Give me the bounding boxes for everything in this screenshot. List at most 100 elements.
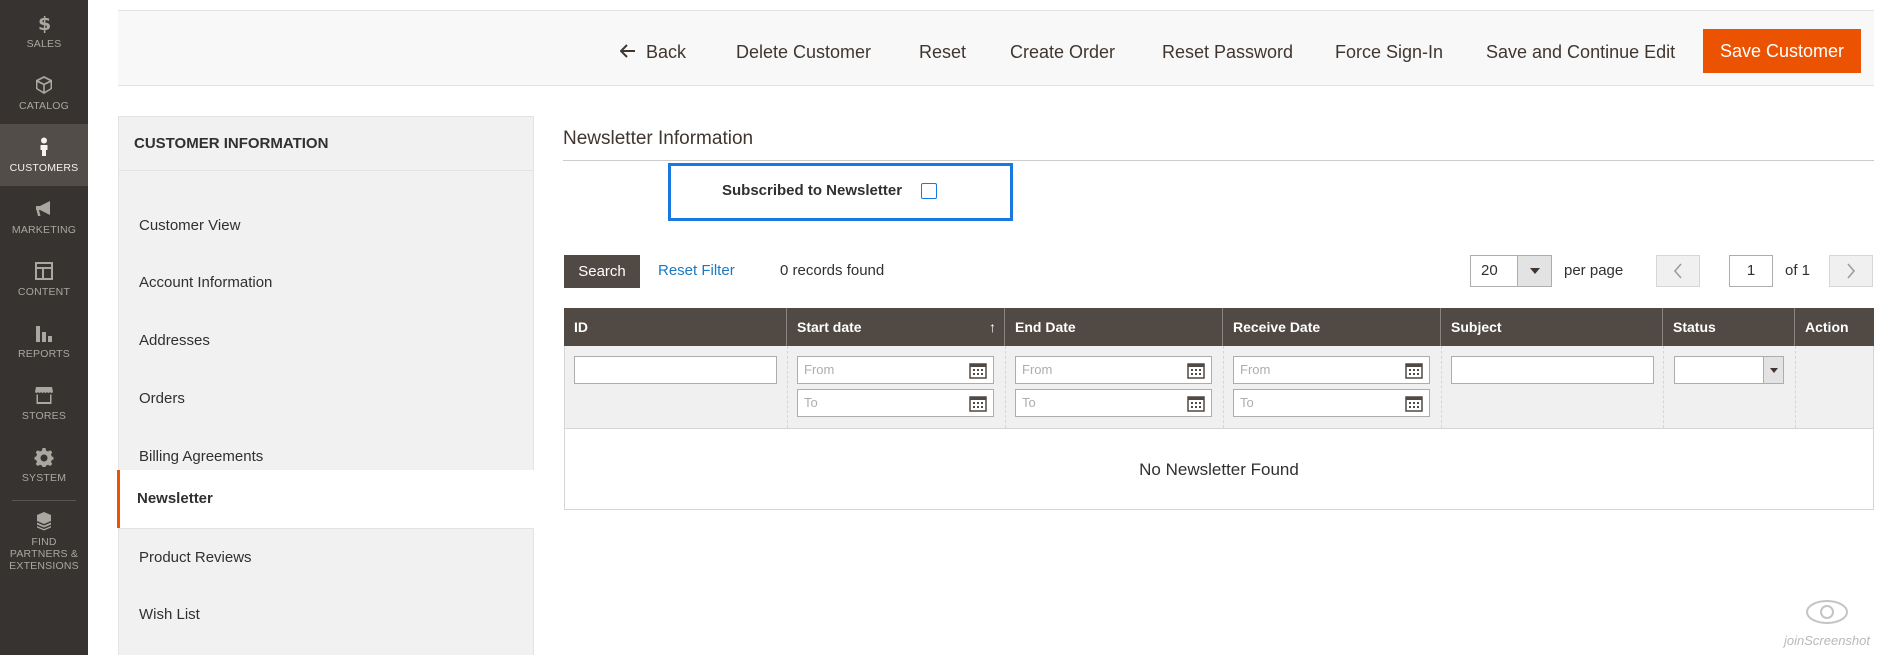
- receive-date-to-input[interactable]: To: [1233, 389, 1430, 417]
- menu-label: SALES: [26, 38, 62, 50]
- layout-icon: [33, 260, 55, 282]
- column-status[interactable]: Status: [1663, 308, 1795, 346]
- customer-information-tabs: CUSTOMER INFORMATION Customer View Accou…: [117, 116, 535, 655]
- column-start-date[interactable]: Start date ↑: [787, 308, 1005, 346]
- menu-item-content[interactable]: CONTENT: [0, 248, 88, 310]
- store-icon: [33, 384, 55, 406]
- menu-item-stores[interactable]: STORES: [0, 372, 88, 434]
- svg-text:$: $: [38, 13, 51, 33]
- page-number-input[interactable]: 1: [1729, 255, 1773, 287]
- column-end-date[interactable]: End Date: [1005, 308, 1223, 346]
- chevron-down-icon[interactable]: [1517, 256, 1551, 286]
- tab-product-reviews[interactable]: Product Reviews: [119, 528, 533, 586]
- placeholder: From: [1022, 362, 1053, 377]
- end-date-from-input[interactable]: From: [1015, 356, 1212, 384]
- tab-wish-list[interactable]: Wish List: [119, 586, 533, 644]
- column-subject[interactable]: Subject: [1441, 308, 1663, 346]
- start-date-to-input[interactable]: To: [797, 389, 994, 417]
- previous-page-button[interactable]: [1656, 255, 1700, 287]
- tab-account-information[interactable]: Account Information: [119, 254, 533, 312]
- menu-item-marketing[interactable]: MARKETING: [0, 186, 88, 248]
- placeholder: To: [804, 395, 818, 410]
- calendar-icon[interactable]: [1405, 362, 1423, 379]
- reset-button[interactable]: Reset: [919, 31, 966, 73]
- calendar-icon[interactable]: [969, 362, 987, 379]
- menu-item-system[interactable]: SYSTEM: [0, 434, 88, 496]
- admin-menu: $ SALES CATALOG CUSTOMERS MARKETING CONT…: [0, 0, 88, 655]
- force-sign-in-button[interactable]: Force Sign-In: [1335, 31, 1443, 73]
- tab-addresses[interactable]: Addresses: [119, 312, 533, 370]
- grid-empty-message: No Newsletter Found: [564, 428, 1874, 510]
- filter-cell-receive-date: From To: [1224, 346, 1442, 428]
- tab-newsletter[interactable]: Newsletter: [117, 470, 535, 528]
- subscribe-label: Subscribed to Newsletter: [722, 182, 903, 199]
- arrow-left-icon: [619, 31, 636, 73]
- column-label: Start date: [797, 319, 862, 335]
- back-label: Back: [646, 42, 687, 62]
- save-customer-button[interactable]: Save Customer: [1703, 29, 1862, 73]
- placeholder: From: [804, 362, 835, 377]
- create-order-button[interactable]: Create Order: [1010, 31, 1115, 73]
- status-filter-select[interactable]: [1674, 356, 1784, 384]
- menu-item-reports[interactable]: REPORTS: [0, 310, 88, 372]
- section-divider: [563, 160, 1874, 161]
- dollar-icon: $: [33, 12, 55, 34]
- placeholder: To: [1240, 395, 1254, 410]
- per-page-select[interactable]: 20: [1470, 255, 1552, 287]
- filter-cell-subject: [1442, 346, 1664, 428]
- records-count: 0 records found: [780, 262, 885, 279]
- menu-label: FIND PARTNERS & EXTENSIONS: [9, 536, 79, 572]
- chevron-right-icon: [1847, 263, 1856, 279]
- menu-label: MARKETING: [11, 224, 77, 236]
- chevron-down-icon: [1763, 357, 1783, 383]
- calendar-icon[interactable]: [1405, 395, 1423, 412]
- calendar-icon[interactable]: [1187, 362, 1205, 379]
- per-page-label: per page: [1564, 262, 1624, 279]
- menu-item-catalog[interactable]: CATALOG: [0, 62, 88, 124]
- menu-label: CONTENT: [17, 286, 71, 298]
- filter-cell-end-date: From To: [1006, 346, 1224, 428]
- column-receive-date[interactable]: Receive Date: [1223, 308, 1441, 346]
- page-actions-bar: Back Delete Customer Reset Create Order …: [118, 10, 1874, 86]
- menu-label: CATALOG: [18, 100, 70, 112]
- receive-date-from-input[interactable]: From: [1233, 356, 1430, 384]
- filter-cell-id: [565, 346, 788, 428]
- menu-label: STORES: [21, 410, 67, 422]
- delete-customer-button[interactable]: Delete Customer: [736, 31, 871, 73]
- filter-cell-status: [1664, 346, 1796, 428]
- menu-item-customers[interactable]: CUSTOMERS: [0, 124, 88, 186]
- menu-label: REPORTS: [18, 348, 70, 360]
- bar-chart-icon: [33, 322, 55, 344]
- watermark-text: joinScreenshot: [1784, 633, 1870, 648]
- calendar-icon[interactable]: [969, 395, 987, 412]
- tab-orders[interactable]: Orders: [119, 370, 533, 428]
- grid-header: ID Start date ↑ End Date Receive Date Su…: [564, 308, 1874, 346]
- calendar-icon[interactable]: [1187, 395, 1205, 412]
- placeholder: From: [1240, 362, 1271, 377]
- camera-icon: [1806, 600, 1848, 624]
- watermark: joinScreenshot: [1770, 598, 1870, 650]
- reset-password-button[interactable]: Reset Password: [1162, 31, 1293, 73]
- reset-filter-link[interactable]: Reset Filter: [658, 262, 735, 279]
- chevron-left-icon: [1673, 263, 1682, 279]
- menu-divider: [12, 500, 76, 501]
- menu-label: SYSTEM: [21, 472, 67, 484]
- tabs-title: CUSTOMER INFORMATION: [119, 117, 533, 171]
- megaphone-icon: [33, 198, 55, 220]
- search-button[interactable]: Search: [564, 255, 640, 288]
- start-date-from-input[interactable]: From: [797, 356, 994, 384]
- tab-customer-view[interactable]: Customer View: [119, 197, 533, 255]
- placeholder: To: [1022, 395, 1036, 410]
- save-continue-button[interactable]: Save and Continue Edit: [1486, 31, 1675, 73]
- subscribe-checkbox[interactable]: [921, 183, 937, 199]
- subject-filter-input[interactable]: [1451, 356, 1654, 384]
- menu-item-find-partners[interactable]: FIND PARTNERS & EXTENSIONS: [0, 508, 88, 574]
- next-page-button[interactable]: [1829, 255, 1873, 287]
- menu-item-sales[interactable]: $ SALES: [0, 0, 88, 62]
- end-date-to-input[interactable]: To: [1015, 389, 1212, 417]
- menu-label: CUSTOMERS: [9, 162, 79, 174]
- id-filter-input[interactable]: [574, 356, 777, 384]
- section-title: Newsletter Information: [563, 128, 754, 149]
- back-button[interactable]: Back: [619, 31, 687, 73]
- column-id[interactable]: ID: [564, 308, 787, 346]
